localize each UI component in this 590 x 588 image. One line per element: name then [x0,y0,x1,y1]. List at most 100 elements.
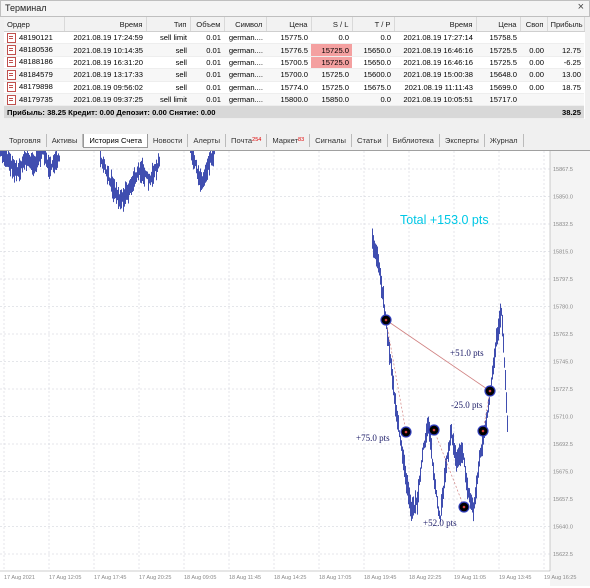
table-row[interactable]: 48180536 2021.08.19 10:14:35 sell 0.01 germa… [4,43,584,57]
cell-time: 2021.08.19 16:31:20 [64,56,146,70]
cell-order: 48180536 [4,43,64,57]
col-type[interactable]: Тип [146,17,191,32]
cell-profit: 18.75 [547,81,584,94]
table-row[interactable]: 48179735 2021.08.19 09:37:25 sell limit 0.0… [4,93,584,107]
table-row[interactable]: 48188186 2021.08.19 16:31:20 sell 0.01 germa… [4,56,584,70]
price-tick-label: 15815.0 [553,250,573,256]
price-tick-label: 15675.0 [553,470,573,476]
time-tick-label: 17 Aug 12:05 [49,575,81,581]
cell-symbol: german.... [224,68,266,82]
time-tick-label: 17 Aug 17:45 [94,575,126,581]
tab-7[interactable]: Сигналы [310,134,352,147]
col-price[interactable]: Цена [266,17,312,32]
tab-label: Новости [152,136,183,145]
order-id: 48184579 [19,69,53,79]
tab-label: Библиотека [392,136,434,145]
tab-5[interactable]: Почта254 [226,134,268,147]
cell-type: sell limit [146,93,190,107]
summary-row: Прибыль: 38.25 Кредит: 0.00 Депозит: 0.0… [4,105,584,119]
time-tick-label: 19 Aug 16:25 [544,575,576,581]
tab-11[interactable]: Журнал [485,134,524,147]
tab-0[interactable]: Торговля [4,134,47,147]
trade-marker-dot [462,505,466,509]
cell-price: 15776.5 [266,43,311,57]
cell-close-price: 15725.5 [476,43,520,57]
cell-type: sell [146,56,190,70]
order-id: 48179735 [19,94,53,104]
tab-badge: 254 [252,137,262,143]
cell-tp: 15600.0 [352,68,394,82]
col-symbol[interactable]: Символ [224,17,267,32]
price-tick-label: 15710.0 [553,415,573,421]
cell-close-time: 2021.08.19 11:11:43 [394,81,476,94]
cell-profit: 12.75 [547,43,584,57]
price-tick-label: 15622.5 [553,552,573,558]
col-swap[interactable]: Своп [520,17,548,32]
tab-label: Журнал [489,136,518,145]
cell-close-price: 15758.5 [476,31,520,45]
time-tick-label: 19 Aug 13:45 [499,575,531,581]
col-profit[interactable]: Прибыль [547,17,585,32]
tab-9[interactable]: Библиотека [388,134,440,147]
price-tick-label: 15832.5 [553,222,573,228]
tab-label: Маркет [272,136,299,145]
tab-1[interactable]: Активы [47,134,84,147]
table-row[interactable]: 48184579 2021.08.19 13:17:33 sell 0.01 germa… [4,68,584,82]
tab-10[interactable]: Эксперты [440,134,485,147]
cell-profit: -6.25 [547,56,584,70]
table-row[interactable]: 48179898 2021.08.19 09:56:02 sell 0.01 germa… [4,81,584,94]
cell-volume: 0.01 [190,56,224,70]
cell-price: 15700.5 [266,56,311,70]
cell-profit [547,93,584,107]
annotation-minus25: -25.0 pts [451,400,483,410]
col-volume[interactable]: Объем [190,17,225,32]
price-chart[interactable]: 15867.5 15850.0 15832.5 15815.0 15797.5 15780… [0,141,590,586]
tab-6[interactable]: Маркет83 [267,134,311,147]
tab-8[interactable]: Статьи [352,134,388,147]
price-tick-label: 15797.5 [553,277,573,283]
cell-swap [520,31,547,45]
col-sl[interactable]: S / L [311,17,353,32]
time-tick-label: 18 Aug 11:45 [229,575,261,581]
cell-order: 48190121 [4,31,64,45]
time-tick-label: 18 Aug 19:45 [364,575,396,581]
tab-label: Эксперты [444,136,479,145]
cell-price: 15800.0 [266,93,311,107]
cell-swap: 0.00 [520,68,547,82]
tab-4[interactable]: Алерты [188,134,227,147]
tab-label: История Счета [89,136,142,145]
cell-time: 2021.08.19 17:24:59 [64,31,146,45]
trade-marker-dot [432,428,436,432]
order-document-icon [7,45,16,56]
table-row[interactable]: 48190121 2021.08.19 17:24:59 sell limit 0.0… [4,31,584,45]
cell-order: 48179898 [4,81,64,94]
price-tick-label: 15780.0 [553,305,573,311]
order-document-icon [7,57,16,68]
trade-marker-dot [481,429,485,433]
cell-swap: 0.00 [520,56,547,70]
cell-profit [547,31,584,45]
close-icon[interactable]: × [578,1,584,13]
cell-price: 15700.0 [266,68,311,82]
col-close-price[interactable]: Цена [476,17,521,32]
cell-volume: 0.01 [190,68,224,82]
order-id: 48179898 [19,82,53,92]
terminal-panel: Терминал × Ордер Время Тип Объем Символ … [0,0,590,151]
cell-sl: 15725.0 [311,56,352,70]
cell-time: 2021.08.19 10:14:35 [64,43,146,57]
summary-total: 38.25 [547,105,584,119]
tab-2[interactable]: История Счета [83,134,148,148]
cell-tp: 15675.0 [352,81,394,94]
cell-symbol: german.... [224,81,266,94]
terminal-title: Терминал [5,3,47,13]
cell-close-time: 2021.08.19 17:27:14 [394,31,476,45]
cell-volume: 0.01 [190,81,224,94]
tab-label: Статьи [356,136,382,145]
cell-tp: 15650.0 [352,43,394,57]
tab-3[interactable]: Новости [148,134,189,147]
chart-canvas[interactable]: 15867.5 15850.0 15832.5 15815.0 15797.5 15780… [0,141,590,586]
col-close-time[interactable]: Время [394,17,477,32]
col-order[interactable]: Ордер [4,17,65,32]
col-tp[interactable]: T / P [352,17,395,32]
col-time[interactable]: Время [64,17,147,32]
